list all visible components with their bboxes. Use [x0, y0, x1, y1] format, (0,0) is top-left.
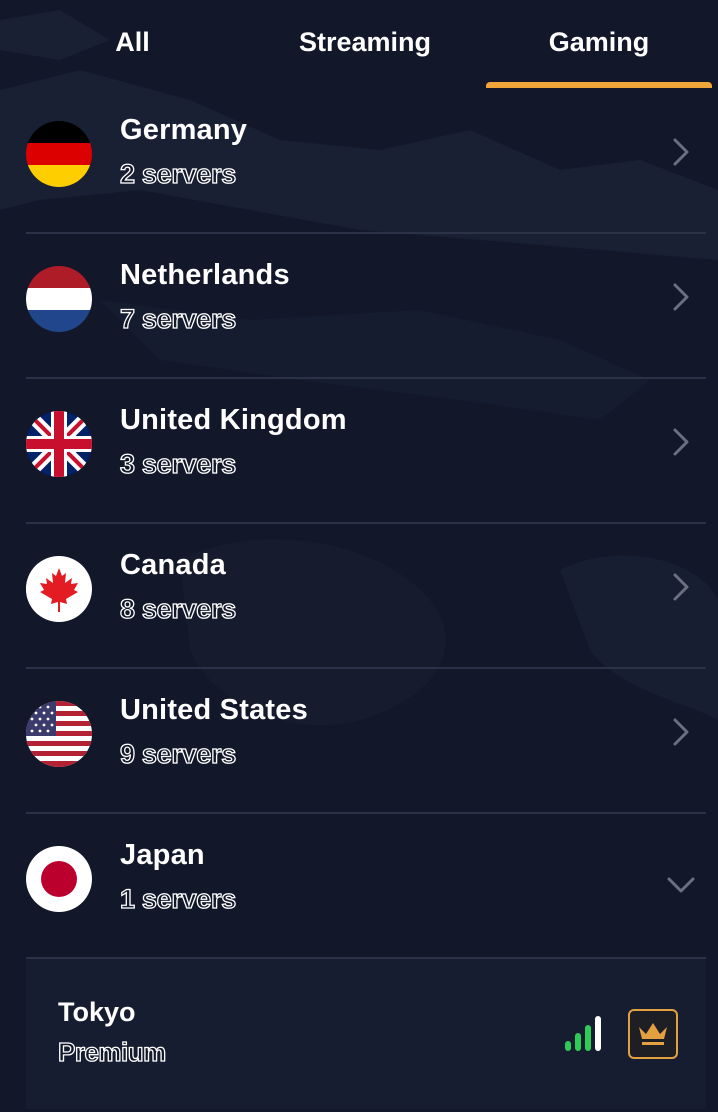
country-name: United States — [120, 694, 308, 726]
country-row-canada[interactable]: Canada 8 servers — [0, 523, 718, 668]
category-tabs: All Streaming Gaming — [0, 0, 718, 88]
japan-flag-icon — [26, 846, 92, 912]
crown-icon — [639, 1023, 667, 1045]
server-city: Tokyo — [58, 997, 136, 1027]
server-tier: Premium — [57, 1036, 167, 1067]
country-name: Canada — [120, 549, 226, 581]
chevron-right-icon — [673, 428, 689, 456]
tab-all[interactable]: All — [70, 22, 195, 62]
chevron-right-icon — [673, 138, 689, 166]
germany-flag-icon — [26, 121, 92, 187]
country-row-germany[interactable]: Germany 2 servers — [0, 88, 718, 233]
netherlands-flag-icon — [26, 266, 92, 332]
server-count: 1 servers — [119, 883, 237, 914]
country-name: United Kingdom — [120, 404, 347, 436]
chevron-right-icon — [673, 718, 689, 746]
country-name: Netherlands — [120, 259, 290, 291]
server-count: 7 servers — [119, 303, 237, 334]
server-count: 2 servers — [119, 158, 237, 189]
signal-strength-icon — [565, 1016, 601, 1051]
united-kingdom-flag-icon — [26, 411, 92, 477]
country-row-united-kingdom[interactable]: United Kingdom 3 servers — [0, 378, 718, 523]
country-name: Germany — [120, 114, 248, 146]
chevron-down-icon — [667, 877, 695, 893]
premium-crown-button[interactable] — [628, 1009, 678, 1059]
chevron-right-icon — [673, 283, 689, 311]
server-list-screen: All Streaming Gaming Germany 2 servers N… — [0, 0, 718, 1112]
country-row-japan[interactable]: Japan 1 servers — [0, 813, 718, 958]
server-count: 8 servers — [119, 593, 237, 624]
server-item-tokyo[interactable]: Tokyo Premium — [26, 957, 706, 1109]
server-count: 3 servers — [119, 448, 237, 479]
chevron-right-icon — [673, 573, 689, 601]
country-row-united-states[interactable]: United States 9 servers — [0, 668, 718, 813]
tab-gaming[interactable]: Gaming — [487, 22, 711, 62]
canada-flag-icon — [26, 556, 92, 622]
tab-streaming[interactable]: Streaming — [250, 22, 480, 62]
country-row-netherlands[interactable]: Netherlands 7 servers — [0, 233, 718, 378]
server-count: 9 servers — [119, 738, 237, 769]
country-name: Japan — [120, 839, 205, 871]
united-states-flag-icon — [26, 701, 92, 767]
